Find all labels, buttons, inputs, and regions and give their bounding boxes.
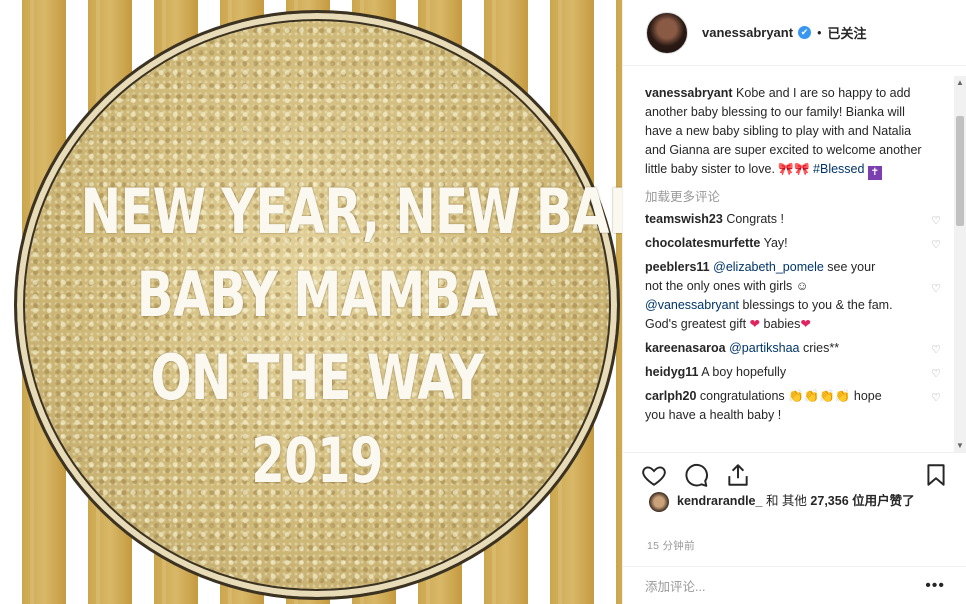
comment-text: A boy hopefully	[701, 365, 787, 379]
image-text: NEW YEAR, NEW BABY! BABY MAMBA ON THE WA…	[80, 170, 622, 502]
follow-status-button[interactable]: 已关注	[827, 23, 866, 42]
scroll-up-icon[interactable]: ▲	[956, 78, 964, 87]
header-username[interactable]: vanessabryant	[702, 25, 793, 40]
prayer-icon: ✝	[867, 166, 882, 180]
comment-username[interactable]: heidyg11	[645, 365, 699, 379]
load-more-comments[interactable]: 加载更多评论	[645, 186, 953, 205]
add-comment-input[interactable]: 添加评论...	[645, 576, 705, 595]
comment-text: Yay!	[763, 236, 788, 250]
heart-emoji: ❤	[749, 317, 761, 331]
caption-username[interactable]: vanessabryant	[645, 86, 733, 100]
like-comment-heart-icon[interactable]: ♡	[931, 212, 941, 231]
comment-item: kareenasaroa @partikshaa cries** ♡	[645, 339, 941, 358]
post-panel: vanessabryant ✔ • 已关注 vanessabryant Kobe…	[622, 0, 966, 604]
verified-badge-icon: ✔	[798, 26, 812, 39]
comment-item: peeblers11 @elizabeth_pomele see your no…	[645, 258, 941, 334]
separator-dot: •	[817, 25, 822, 40]
comment-text: cries**	[799, 341, 840, 355]
mention-link[interactable]: @elizabeth_pomele	[713, 260, 824, 274]
add-comment-bar: 添加评论... •••	[623, 566, 966, 604]
share-icon[interactable]	[725, 462, 751, 488]
comment-username[interactable]: kareenasaroa	[645, 341, 726, 355]
scrollbar-thumb[interactable]	[956, 116, 964, 226]
action-bar	[623, 452, 966, 496]
image-line-1: NEW YEAR, NEW BABY!	[80, 175, 622, 248]
like-comment-heart-icon[interactable]: ♡	[931, 389, 941, 408]
like-comment-heart-icon[interactable]: ♡	[931, 365, 941, 384]
image-line-4: 2019	[251, 424, 383, 497]
likes-summary: kendrarandle_ 和 其他 27,356 位用户赞了	[649, 492, 949, 512]
comment-username[interactable]: carlph20	[645, 389, 696, 403]
caption: vanessabryant Kobe and I are so happy to…	[645, 84, 927, 180]
comment-icon[interactable]	[683, 462, 709, 488]
post-header: vanessabryant ✔ • 已关注	[623, 0, 966, 66]
comment-item: heidyg11 A boy hopefully ♡	[645, 363, 941, 382]
heart-icon[interactable]	[641, 462, 667, 488]
comment-username[interactable]: teamswish23	[645, 212, 723, 226]
liker-avatar[interactable]	[649, 492, 669, 512]
more-options-icon[interactable]: •••	[925, 577, 945, 595]
mention-link[interactable]: @vanessabryant	[645, 298, 739, 312]
avatar[interactable]	[646, 11, 688, 54]
post-image[interactable]: NEW YEAR, NEW BABY! BABY MAMBA ON THE WA…	[0, 0, 622, 604]
comment-username[interactable]: peeblers11	[645, 260, 710, 274]
scroll-down-icon[interactable]: ▼	[956, 441, 964, 450]
bookmark-icon[interactable]	[923, 462, 949, 488]
post-timestamp[interactable]: 15 分钟前	[647, 538, 695, 553]
like-comment-heart-icon[interactable]: ♡	[931, 280, 941, 299]
comment-item: carlph20 congratulations 👏👏👏👏 hope you h…	[645, 387, 941, 425]
image-line-2: BABY MAMBA	[136, 258, 498, 331]
hashtag-link[interactable]: #Blessed	[813, 162, 864, 176]
comment-item: chocolatesmurfette Yay! ♡	[645, 234, 941, 253]
likes-count[interactable]: 27,356	[810, 494, 848, 508]
comments-scrollbar[interactable]: ▲ ▼	[954, 76, 966, 452]
mention-link[interactable]: @partikshaa	[729, 341, 799, 355]
comment-item: teamswish23 Congrats ! ♡	[645, 210, 941, 229]
comment-text: Congrats !	[726, 212, 784, 226]
like-comment-heart-icon[interactable]: ♡	[931, 236, 941, 255]
likes-suffix: 位用户赞了	[852, 494, 915, 508]
image-line-3: ON THE WAY	[150, 341, 485, 414]
caption-emojis: 🎀🎀	[778, 162, 810, 176]
heart-emoji: ❤	[800, 317, 811, 331]
like-comment-heart-icon[interactable]: ♡	[931, 341, 941, 360]
comment-username[interactable]: chocolatesmurfette	[645, 236, 760, 250]
likes-and-text: 和 其他	[765, 494, 807, 508]
liker-username[interactable]: kendrarandle_	[677, 494, 762, 508]
comment-text: babies	[760, 317, 801, 331]
comments-list[interactable]: vanessabryant Kobe and I are so happy to…	[623, 76, 953, 452]
